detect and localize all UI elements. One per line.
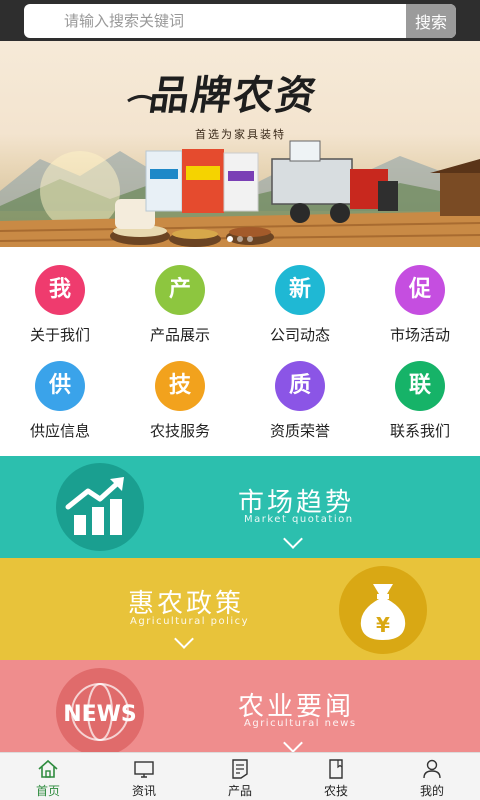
money-bag-icon: ¥ bbox=[339, 566, 427, 654]
book-icon bbox=[329, 759, 343, 779]
contact-icon: 联 bbox=[395, 361, 445, 411]
grid-item-market-activity[interactable]: 促 市场活动 bbox=[360, 247, 480, 344]
banner-title: 品牌农资 bbox=[146, 72, 321, 119]
feature-subtitle: Agricultural policy bbox=[130, 616, 250, 627]
grid-item-label: 资质荣誉 bbox=[269, 422, 330, 440]
nav-label: 产品 bbox=[227, 784, 252, 798]
grid-item-qualifications[interactable]: 质 资质荣誉 bbox=[240, 343, 360, 440]
document-icon bbox=[232, 759, 248, 779]
nav-item-home[interactable]: 首页 bbox=[0, 753, 96, 800]
monitor-icon bbox=[134, 761, 154, 778]
top-search-bar: 搜索 bbox=[0, 0, 480, 41]
search-button[interactable]: 搜索 bbox=[406, 4, 456, 38]
grid-item-contact[interactable]: 联 联系我们 bbox=[360, 343, 480, 440]
banner-subtitle: 首选为家具装特 bbox=[195, 128, 286, 141]
chevron-down-icon bbox=[283, 733, 303, 752]
grid-item-label: 公司动态 bbox=[269, 326, 330, 344]
grid-item-products[interactable]: 产 产品展示 bbox=[120, 247, 240, 344]
chevron-down-icon bbox=[174, 629, 194, 649]
nav-item-news[interactable]: 资讯 bbox=[96, 753, 192, 800]
feature-subtitle: Agricultural news bbox=[244, 718, 357, 729]
search-box: 搜索 bbox=[24, 4, 456, 38]
grid-item-supply[interactable]: 供 供应信息 bbox=[0, 343, 120, 440]
grid-item-about[interactable]: 我 关于我们 bbox=[0, 247, 120, 344]
news-icon: 新 bbox=[275, 265, 325, 315]
supply-icon: 供 bbox=[35, 361, 85, 411]
grid-item-label: 市场活动 bbox=[389, 326, 450, 344]
svg-text:¥: ¥ bbox=[376, 613, 390, 637]
news-globe-icon: NEWS bbox=[56, 668, 144, 752]
grid-item-label: 联系我们 bbox=[389, 422, 450, 440]
tech-icon: 技 bbox=[155, 361, 205, 411]
nav-label: 资讯 bbox=[131, 784, 156, 798]
market-trend-banner[interactable]: 市场趋势 Market quotation bbox=[0, 456, 480, 558]
nav-label: 首页 bbox=[35, 784, 60, 798]
bottom-navigation: 首页 资讯 产品 农技 我的 bbox=[0, 752, 480, 800]
grid-item-agri-tech[interactable]: 技 农技服务 bbox=[120, 343, 240, 440]
grid-item-label: 农技服务 bbox=[149, 422, 210, 440]
app-page: 搜索 bbox=[0, 0, 480, 800]
chevron-down-icon bbox=[283, 529, 303, 549]
feature-title: 惠农政策 bbox=[128, 589, 245, 619]
chart-up-icon bbox=[56, 463, 144, 551]
nav-label: 我的 bbox=[419, 784, 444, 798]
nav-label: 农技 bbox=[323, 784, 348, 798]
news-icon-text: NEWS bbox=[63, 702, 137, 727]
hero-banner[interactable]: 品牌农资 首选为家具装特 bbox=[0, 41, 480, 247]
category-grid: 我 关于我们 产 产品展示 新 公司动态 促 市场活动 供 供应信息 技 农技服… bbox=[0, 247, 480, 456]
quality-icon: 质 bbox=[275, 361, 325, 411]
search-input[interactable] bbox=[24, 4, 406, 38]
agri-policy-banner[interactable]: 惠农政策 Agricultural policy ¥ bbox=[0, 558, 480, 660]
home-icon bbox=[38, 759, 58, 778]
user-icon bbox=[423, 759, 441, 779]
grid-item-label: 产品展示 bbox=[149, 326, 210, 344]
about-icon: 我 bbox=[35, 265, 85, 315]
nav-item-mine[interactable]: 我的 bbox=[384, 753, 480, 800]
grid-item-label: 关于我们 bbox=[29, 326, 90, 344]
nav-item-agri-tech[interactable]: 农技 bbox=[288, 753, 384, 800]
feature-subtitle: Market quotation bbox=[244, 514, 354, 525]
promo-icon: 促 bbox=[395, 265, 445, 315]
agri-news-banner[interactable]: NEWS 农业要闻 Agricultural news bbox=[0, 660, 480, 752]
grid-item-company-news[interactable]: 新 公司动态 bbox=[240, 247, 360, 344]
nav-item-products[interactable]: 产品 bbox=[192, 753, 288, 800]
product-icon: 产 bbox=[155, 265, 205, 315]
grid-item-label: 供应信息 bbox=[29, 422, 90, 440]
